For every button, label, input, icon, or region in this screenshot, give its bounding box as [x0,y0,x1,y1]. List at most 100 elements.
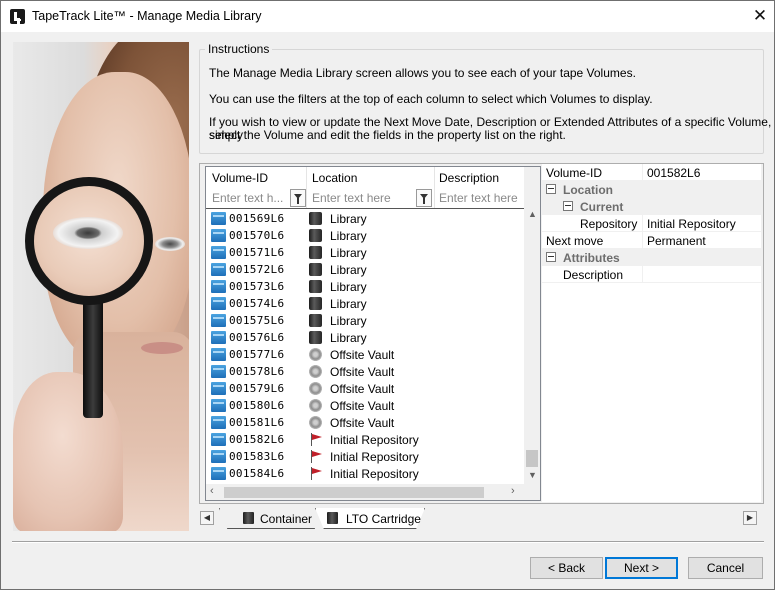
cartridge-icon [327,512,338,524]
vertical-scrollbar[interactable]: ▲ ▼ [524,167,540,484]
collapse-icon[interactable] [546,252,556,262]
property-value-next-move[interactable]: Permanent [647,234,706,248]
filter-icon[interactable] [290,189,306,207]
vault-icon [309,382,322,395]
table-row[interactable]: 001574L6 Library [206,295,526,312]
filter-icon[interactable] [416,189,432,207]
volume-icon [211,365,226,378]
horizontal-scrollbar[interactable]: ‹ › [206,484,524,500]
back-button[interactable]: < Back [530,557,603,579]
volume-icon [211,314,226,327]
scroll-down-icon[interactable]: ▼ [528,470,537,480]
next-button[interactable]: Next > [605,557,678,579]
tapetrack-app-icon [10,9,25,24]
property-label: Next move [546,234,604,248]
category-current[interactable]: Current [542,198,761,215]
scroll-left-icon[interactable]: ‹ [210,485,214,497]
location-cell: Library [330,297,367,311]
description-filter-input[interactable]: Enter text here [439,191,523,205]
volume-icon [211,280,226,293]
table-row[interactable]: 001582L6 Initial Repository [206,431,526,448]
scroll-right-icon[interactable]: › [511,485,515,497]
library-icon [309,229,322,242]
table-row[interactable]: 001575L6 Library [206,312,526,329]
table-row[interactable]: 001583L6 Initial Repository [206,448,526,465]
category-attributes[interactable]: Attributes [542,249,761,266]
volume-icon [211,382,226,395]
volume-id-cell: 001569L6 [229,212,285,225]
column-header-description[interactable]: Description [439,171,499,185]
property-grid[interactable]: Volume-ID 001582L6 Location Current Repo… [542,164,761,502]
vault-icon [309,365,322,378]
property-value-volume-id[interactable]: 001582L6 [647,166,700,180]
location-cell: Offsite Vault [330,348,395,362]
tab-scroll-right-icon[interactable]: ▶ [743,511,757,525]
vault-icon [309,348,322,361]
vault-icon [309,399,322,412]
category-label: Current [580,200,624,214]
table-row[interactable]: 001573L6 Library [206,278,526,295]
volume-icon [211,297,226,310]
location-cell: Offsite Vault [330,416,395,430]
column-header-volume-id[interactable]: Volume-ID [212,171,268,185]
volume-id-cell: 001577L6 [229,348,285,361]
location-filter-input[interactable]: Enter text here [312,191,412,205]
window-title: TapeTrack Lite™ - Manage Media Library [32,9,262,23]
property-row-description[interactable]: Description [542,266,761,283]
table-row[interactable]: 001569L6 Library [206,210,526,227]
collapse-icon[interactable] [546,184,556,194]
volume-id-filter-input[interactable]: Enter text h... [212,191,288,205]
volume-id-cell: 001575L6 [229,314,285,327]
table-row[interactable]: 001579L6 Offsite Vault [206,380,526,397]
location-cell: Library [330,263,367,277]
volume-id-cell: 001579L6 [229,382,285,395]
volume-icon [211,399,226,412]
cartridge-icon [243,512,254,524]
property-value-repository[interactable]: Initial Repository [647,217,736,231]
scroll-up-icon[interactable]: ▲ [528,209,537,219]
volume-icon [211,246,226,259]
property-label: Description [563,268,624,282]
table-row[interactable]: 001578L6 Offsite Vault [206,363,526,380]
library-icon [309,297,322,310]
woman-with-magnifying-glass-illustration [13,42,189,531]
table-row[interactable]: 001571L6 Library [206,244,526,261]
library-icon [309,263,322,276]
location-cell: Library [330,246,367,260]
table-row[interactable]: 001576L6 Library [206,329,526,346]
tab-lto-cartridge[interactable]: LTO Cartridge [315,508,425,529]
location-cell: Initial Repository [330,467,419,481]
volume-id-cell: 001583L6 [229,450,285,463]
cancel-button[interactable]: Cancel [688,557,763,579]
vault-icon [309,416,322,429]
property-label: Volume-ID [546,166,603,180]
title-bar: TapeTrack Lite™ - Manage Media Library ✕ [1,1,774,32]
library-icon [309,314,322,327]
property-label: Repository [580,217,638,231]
library-icon [309,246,322,259]
close-icon[interactable]: ✕ [746,5,774,29]
location-cell: Library [330,212,367,226]
table-row[interactable]: 001584L6 Initial Repository [206,465,526,482]
volume-id-cell: 001584L6 [229,467,285,480]
volume-id-cell: 001580L6 [229,399,285,412]
property-row-next-move[interactable]: Next move Permanent [542,232,761,249]
flag-icon [309,467,322,480]
table-row[interactable]: 001570L6 Library [206,227,526,244]
scroll-thumb[interactable] [526,450,538,467]
volume-icon [211,212,226,225]
property-row-repository[interactable]: Repository Initial Repository [542,215,761,232]
tab-scroll-left-icon[interactable]: ◀ [200,511,214,525]
collapse-icon[interactable] [563,201,573,211]
table-row[interactable]: 001577L6 Offsite Vault [206,346,526,363]
tab-container[interactable]: Container [219,508,323,529]
scroll-thumb[interactable] [224,487,484,498]
table-row[interactable]: 001572L6 Library [206,261,526,278]
column-header-location[interactable]: Location [312,171,357,185]
location-cell: Library [330,314,367,328]
property-row-volume-id[interactable]: Volume-ID 001582L6 [542,164,761,181]
category-location[interactable]: Location [542,181,761,198]
table-row[interactable]: 001581L6 Offsite Vault [206,414,526,431]
table-row[interactable]: 001580L6 Offsite Vault [206,397,526,414]
volume-list[interactable]: Volume-ID Location Description Enter tex… [205,166,541,501]
